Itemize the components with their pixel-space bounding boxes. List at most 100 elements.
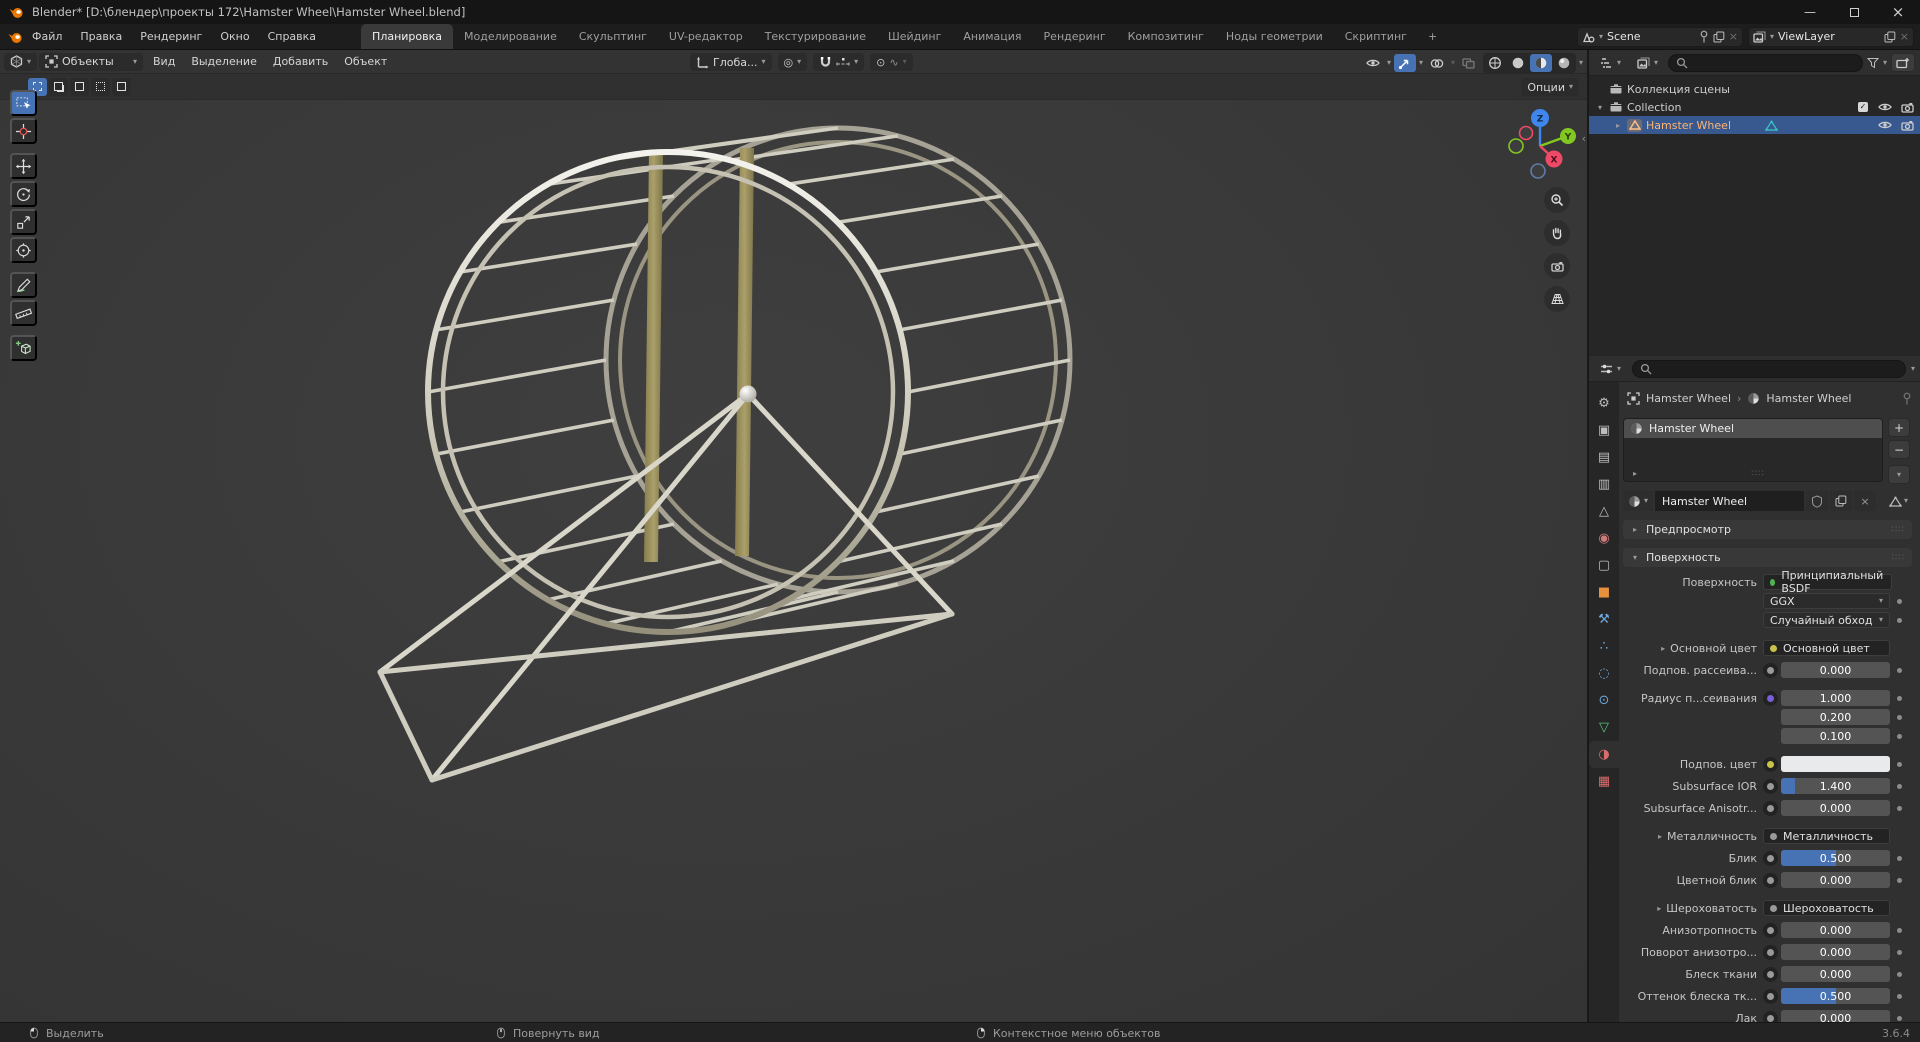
slider-value[interactable]: 0.200 (1781, 709, 1890, 725)
input-socket[interactable] (1763, 944, 1778, 960)
shader-link[interactable]: Шероховатость (1763, 900, 1890, 916)
slider-Оттенок блеска тк...[interactable]: 0.500 (1781, 988, 1890, 1004)
slider-value[interactable]: 0.100 (1781, 728, 1890, 744)
workspace-tab[interactable]: Рендеринг (1033, 24, 1117, 49)
tab-constraints[interactable]: ⊙ (1589, 687, 1619, 714)
pan-button[interactable] (1544, 220, 1570, 246)
menu-item[interactable]: Окно (211, 24, 258, 50)
disable-render-icon[interactable] (1898, 120, 1916, 131)
blender-menu-icon[interactable] (0, 29, 23, 45)
pin-icon[interactable] (1902, 392, 1912, 405)
expand-arrow-icon[interactable]: ▸ (1657, 904, 1661, 913)
outliner-search-input[interactable] (1668, 53, 1863, 72)
decorator-dot[interactable] (1890, 714, 1902, 720)
scene-selector[interactable]: ▾ Scene × (1577, 26, 1743, 47)
input-socket[interactable] (1763, 966, 1778, 982)
input-socket[interactable] (1763, 1010, 1778, 1022)
drag-handle-icon[interactable]: ∷∷ (1640, 469, 1876, 479)
expand-icon[interactable]: ▸ (1630, 469, 1640, 478)
disable-render-icon[interactable] (1898, 102, 1916, 113)
viewport-menu-item[interactable]: Вид (145, 55, 183, 68)
menu-item[interactable]: Справка (259, 24, 325, 50)
shader-link[interactable]: Основной цвет (1763, 640, 1890, 656)
expand-arrow-icon[interactable]: ▸ (1658, 832, 1662, 841)
decorator-dot[interactable] (1890, 805, 1902, 811)
add-workspace-button[interactable]: + (1418, 30, 1447, 43)
pin-icon[interactable] (1699, 30, 1709, 43)
xray-toggle[interactable] (1458, 54, 1480, 72)
proportional-edit-button[interactable]: ⊙ ∿ ▾ (870, 53, 913, 71)
minimize-button[interactable]: — (1788, 0, 1832, 24)
decorator-dot[interactable] (1890, 695, 1902, 701)
panel-preview[interactable]: ▸ Предпросмотр ∷∷ (1623, 520, 1912, 539)
decorator-dot[interactable] (1890, 993, 1902, 999)
tab-render[interactable]: ▣ (1589, 417, 1619, 444)
copy-material-icon[interactable] (1829, 491, 1852, 511)
remove-icon[interactable]: × (1900, 30, 1909, 43)
snap-group[interactable]: ▾ (813, 53, 865, 71)
tool-box-select-button[interactable] (10, 90, 37, 116)
properties-search-input[interactable] (1632, 359, 1906, 378)
decorator-dot[interactable] (1890, 783, 1902, 789)
sidebar-collapse-arrow[interactable]: ‹ (1582, 132, 1586, 145)
shader-link[interactable]: Металличность (1763, 828, 1890, 844)
shading-material-button[interactable] (1529, 54, 1552, 72)
tab-view-layer[interactable]: ▥ (1589, 471, 1619, 498)
options-button[interactable]: Опции ▾ (1521, 78, 1579, 96)
decorator-dot[interactable] (1890, 949, 1902, 955)
slider-Блеск ткани[interactable]: 0.000 (1781, 966, 1890, 982)
transform-orientation-button[interactable]: Глоба... ▾ (690, 53, 772, 71)
tool-cursor-button[interactable] (10, 118, 37, 144)
input-socket[interactable] (1763, 922, 1778, 938)
slider-Блик[interactable]: 0.500 (1781, 850, 1890, 866)
tool-rotate-button[interactable] (10, 181, 37, 207)
panel-surface[interactable]: ▾ Поверхность ∷∷ (1623, 548, 1912, 567)
workspace-tab[interactable]: Анимация (952, 24, 1032, 49)
input-socket[interactable] (1763, 988, 1778, 1004)
decorator-dot[interactable] (1890, 598, 1902, 604)
maximize-button[interactable] (1832, 0, 1876, 24)
tool-annotate-button[interactable] (10, 272, 37, 298)
shader-link[interactable]: Принципиальный BSDF (1763, 569, 1892, 595)
gizmos-toggle[interactable] (1393, 54, 1416, 72)
tab-modifiers[interactable]: ⚒ (1589, 606, 1619, 633)
outliner-row-scene-collection[interactable]: Коллекция сцены (1589, 80, 1920, 98)
input-socket[interactable] (1763, 850, 1778, 866)
material-specials-button[interactable]: ▾ (1885, 491, 1912, 511)
decorator-dot[interactable] (1890, 971, 1902, 977)
input-socket[interactable] (1763, 800, 1778, 816)
slider-Радиус п...сеивания[interactable]: 1.000 (1781, 690, 1890, 706)
new-collection-button[interactable] (1891, 53, 1915, 72)
remove-slot-button[interactable]: − (1888, 440, 1910, 459)
fake-user-shield-icon[interactable] (1805, 491, 1828, 511)
dropdown-1[interactable]: GGX ▾ (1763, 593, 1890, 609)
menu-item[interactable]: Правка (71, 24, 131, 50)
outliner-row-object[interactable]: ▸ Hamster Wheel (1589, 116, 1920, 134)
visibility-toggle[interactable] (1362, 54, 1384, 72)
tab-output[interactable]: ▤ (1589, 444, 1619, 471)
copy-icon[interactable] (1884, 31, 1896, 43)
shading-solid-button[interactable] (1507, 54, 1529, 72)
tab-object[interactable]: ■ (1589, 579, 1619, 606)
pivot-point-button[interactable]: ◎ ▾ (777, 53, 808, 71)
workspace-tab[interactable]: Шейдинг (877, 24, 952, 49)
unlink-material-icon[interactable]: × (1853, 491, 1876, 511)
input-socket[interactable] (1763, 872, 1778, 888)
axis-gizmo[interactable]: Z Y X (1503, 106, 1577, 180)
tool-scale-button[interactable] (10, 209, 37, 235)
select-mode-subtract[interactable] (70, 77, 89, 96)
tab-world[interactable]: ◉ (1589, 525, 1619, 552)
expand-arrow-icon[interactable]: ▸ (1661, 644, 1665, 653)
slider-Поворот анизотро...[interactable]: 0.000 (1781, 944, 1890, 960)
workspace-tab[interactable]: Планировка (361, 24, 454, 49)
workspace-tab[interactable]: Композитинг (1117, 24, 1215, 49)
tab-collection[interactable]: ▢ (1589, 552, 1619, 579)
tool-add-cube-button[interactable] (10, 335, 37, 361)
filter-icon[interactable] (1866, 57, 1879, 69)
slider-Subsurface Anisotr...[interactable]: 0.000 (1781, 800, 1890, 816)
checkbox-icon[interactable]: ✓ (1858, 102, 1868, 112)
decorator-dot[interactable] (1890, 617, 1902, 623)
viewport-menu-item[interactable]: Объект (336, 55, 395, 68)
tool-measure-button[interactable] (10, 300, 37, 326)
viewport-menu-item[interactable]: Выделение (183, 55, 265, 68)
